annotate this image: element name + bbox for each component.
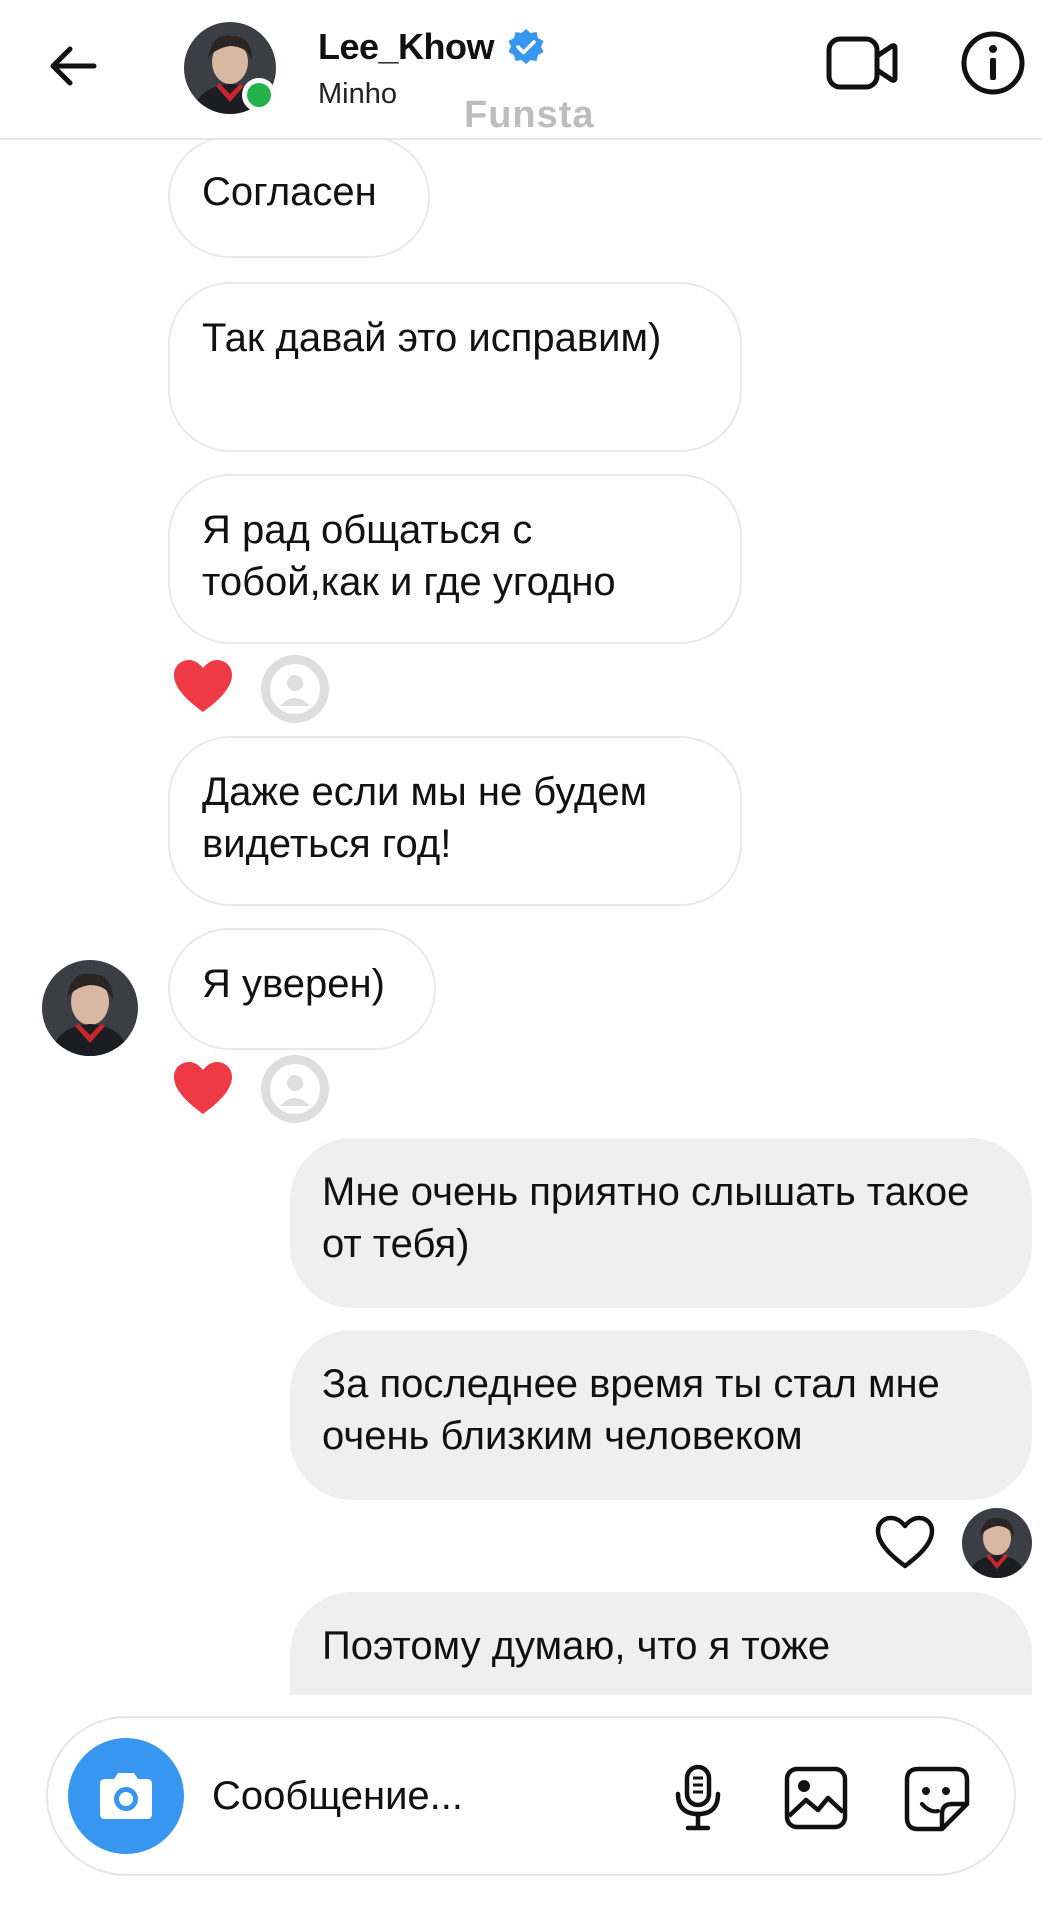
- camera-icon: [100, 1773, 152, 1819]
- message-text: Даже если мы не будем видеться год!: [202, 770, 648, 866]
- message-text: За последнее время ты стал мне очень бли…: [322, 1362, 940, 1458]
- sender-avatar[interactable]: [42, 960, 138, 1056]
- message-thread[interactable]: Согласен Так давай это исправим) Я рад о…: [0, 140, 1042, 1695]
- message-text: Мне очень приятно слышать такое от тебя): [322, 1170, 970, 1266]
- sticker-icon[interactable]: [904, 1766, 970, 1832]
- chat-header: Lee_Khow Minho Funsta: [0, 0, 1042, 140]
- message-bubble-incoming[interactable]: Даже если мы не будем видеться год!: [168, 736, 742, 906]
- message-bubble-incoming[interactable]: Я уверен): [168, 928, 436, 1050]
- gallery-icon[interactable]: [784, 1766, 848, 1830]
- message-input[interactable]: [212, 1766, 652, 1826]
- heart-outline-reaction-icon[interactable]: [874, 1514, 936, 1570]
- reactor-avatar-placeholder: [260, 654, 330, 724]
- message-text: Я уверен): [202, 962, 385, 1006]
- reactor-avatar-placeholder: [260, 1054, 330, 1124]
- message-bubble-incoming[interactable]: Я рад общаться с тобой,как и где угодно: [168, 474, 742, 644]
- heart-reaction-icon[interactable]: [172, 658, 234, 714]
- microphone-icon[interactable]: [672, 1764, 724, 1832]
- video-call-icon[interactable]: [826, 34, 898, 92]
- verified-badge-icon: [505, 27, 547, 69]
- contact-subtitle: Minho: [318, 78, 397, 110]
- heart-reaction-icon[interactable]: [172, 1060, 234, 1116]
- message-text: Я рад общаться с тобой,как и где угодно: [202, 508, 616, 604]
- message-text: Поэтому думаю, что я тоже: [322, 1624, 831, 1668]
- message-bubble-outgoing[interactable]: За последнее время ты стал мне очень бли…: [290, 1330, 1032, 1500]
- message-text: Так давай это исправим): [202, 316, 662, 360]
- message-bubble-outgoing[interactable]: Мне очень приятно слышать такое от тебя): [290, 1138, 1032, 1308]
- online-status-dot: [242, 78, 276, 112]
- info-icon[interactable]: [960, 30, 1026, 96]
- message-text: Согласен: [202, 170, 377, 214]
- contact-username[interactable]: Lee_Khow: [318, 26, 495, 68]
- reactor-avatar: [962, 1508, 1032, 1578]
- message-composer: [46, 1716, 1016, 1876]
- watermark-text: Funsta: [464, 94, 595, 136]
- back-arrow-icon[interactable]: [44, 36, 104, 96]
- message-bubble-incoming[interactable]: Так давай это исправим): [168, 282, 742, 452]
- message-bubble-outgoing[interactable]: Поэтому думаю, что я тоже: [290, 1592, 1032, 1695]
- message-bubble-incoming[interactable]: Согласен: [168, 140, 430, 258]
- camera-button[interactable]: [68, 1738, 184, 1854]
